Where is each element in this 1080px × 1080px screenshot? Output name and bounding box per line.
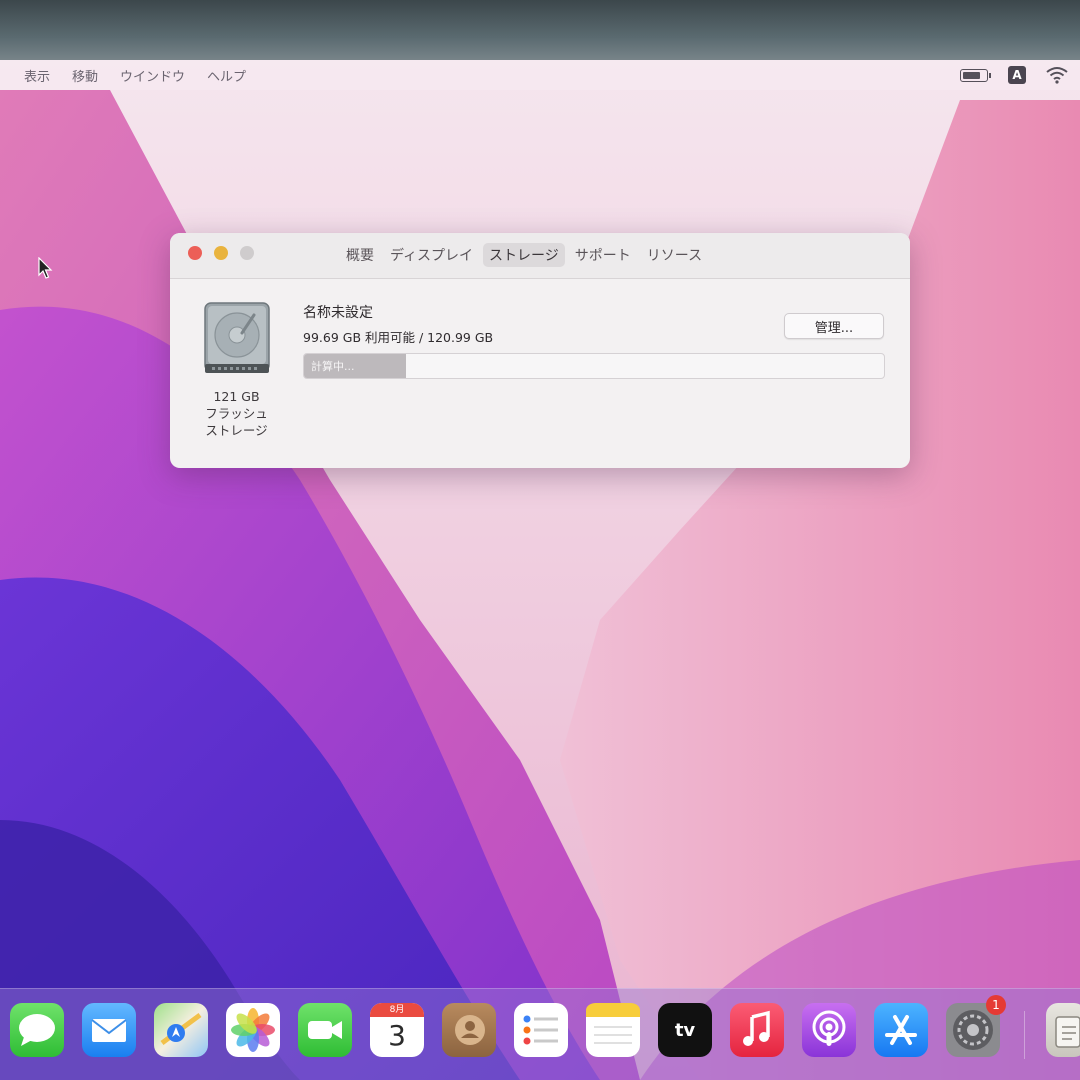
- menu-go[interactable]: 移動: [72, 66, 98, 85]
- wifi-icon[interactable]: [1046, 66, 1068, 84]
- disk-size: 121 GB: [213, 389, 260, 404]
- menu-extras: A: [960, 66, 1068, 84]
- menu-window[interactable]: ウインドウ: [120, 66, 185, 85]
- storage-usage-bar: 計算中...: [303, 353, 885, 379]
- menu-help[interactable]: ヘルプ: [207, 66, 246, 85]
- about-this-mac-window: 概要 ディスプレイ ストレージ サポート リソース 121 GB フラッシュ ス…: [170, 233, 910, 468]
- input-source-icon[interactable]: A: [1008, 66, 1026, 84]
- calendar-month: 8月: [370, 1003, 424, 1017]
- wallpaper: [0, 60, 1080, 1080]
- dock-divider: [1024, 1011, 1025, 1059]
- minimize-button[interactable]: [214, 246, 228, 260]
- music-icon[interactable]: [730, 1003, 784, 1057]
- volume-name: 名称未設定: [303, 305, 373, 321]
- calendar-day: 3: [388, 1019, 406, 1052]
- menu-bar: 表示 移動 ウインドウ ヘルプ A: [0, 60, 1080, 90]
- tab-support[interactable]: サポート: [569, 243, 637, 267]
- apple-tv-label: tv: [674, 1019, 696, 1041]
- apple-tv-icon[interactable]: tv: [658, 1003, 712, 1057]
- disk-type-line2: ストレージ: [205, 423, 268, 438]
- zoom-button[interactable]: [240, 246, 254, 260]
- tab-bar: 概要 ディスプレイ ストレージ サポート リソース: [340, 243, 708, 267]
- monitor-bezel: [0, 0, 1080, 62]
- notification-badge: 1: [986, 995, 1006, 1015]
- dock: 8月 3 tv 1: [0, 988, 1080, 1080]
- calendar-icon[interactable]: 8月 3: [370, 1003, 424, 1057]
- hard-drive-icon: [204, 302, 270, 373]
- tab-overview[interactable]: 概要: [340, 243, 380, 267]
- menu-view[interactable]: 表示: [24, 66, 50, 85]
- contacts-icon[interactable]: [442, 1003, 496, 1057]
- disk-caption: 121 GB フラッシュ ストレージ: [184, 388, 289, 439]
- volume-capacity: 99.69 GB 利用可能 / 120.99 GB: [303, 330, 494, 345]
- mail-icon[interactable]: [82, 1003, 136, 1057]
- utility-icon[interactable]: [1046, 1003, 1080, 1057]
- tab-displays[interactable]: ディスプレイ: [384, 243, 479, 267]
- desktop-screen: 表示 移動 ウインドウ ヘルプ A 概要 ディスプレイ ストレージ サポート リ…: [0, 60, 1080, 1080]
- maps-icon[interactable]: [154, 1003, 208, 1057]
- calculating-label: 計算中...: [311, 360, 355, 373]
- messages-icon[interactable]: [10, 1003, 64, 1057]
- podcasts-icon[interactable]: [802, 1003, 856, 1057]
- mouse-pointer-icon: [38, 257, 53, 279]
- close-button[interactable]: [188, 246, 202, 260]
- disk-type-line1: フラッシュ: [205, 406, 268, 421]
- window-titlebar[interactable]: 概要 ディスプレイ ストレージ サポート リソース: [170, 233, 910, 279]
- battery-icon[interactable]: [960, 68, 991, 82]
- tab-storage[interactable]: ストレージ: [483, 243, 565, 267]
- photos-icon[interactable]: [226, 1003, 280, 1057]
- notes-icon[interactable]: [586, 1003, 640, 1057]
- manage-button[interactable]: 管理...: [784, 313, 884, 339]
- system-preferences-icon[interactable]: 1: [946, 995, 1006, 1057]
- tab-resources[interactable]: リソース: [641, 243, 708, 267]
- app-store-icon[interactable]: [874, 1003, 928, 1057]
- reminders-icon[interactable]: [514, 1003, 568, 1057]
- facetime-icon[interactable]: [298, 1003, 352, 1057]
